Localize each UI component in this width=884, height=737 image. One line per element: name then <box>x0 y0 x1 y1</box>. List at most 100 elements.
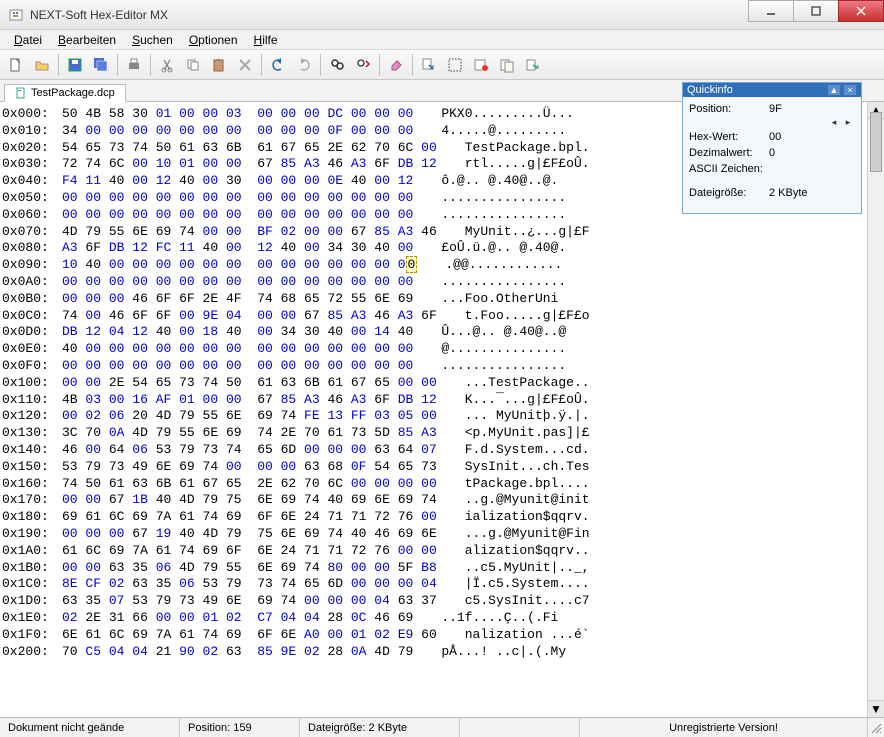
hex-row[interactable]: 0x1D0: 63 35 07 53 79 73 49 6E 69 74 00 … <box>2 593 865 610</box>
hex-row[interactable]: 0x200: 70 C5 04 04 21 90 02 63 85 9E 02 … <box>2 644 865 661</box>
copy-button[interactable] <box>181 53 205 77</box>
hex-row[interactable]: 0x1F0: 6E 61 6C 69 7A 61 74 69 6F 6E A0 … <box>2 627 865 644</box>
hex-row[interactable]: 0x0E0: 40 00 00 00 00 00 00 00 00 00 00 … <box>2 341 865 358</box>
hex-bytes[interactable]: 00 00 67 1B 40 4D 79 75 6E 69 74 40 69 6… <box>62 492 437 509</box>
hex-row[interactable]: 0x1A0: 61 6C 69 7A 61 74 69 6F 6E 24 71 … <box>2 543 865 560</box>
hex-bytes[interactable]: 00 02 06 20 4D 79 55 6E 69 74 FE 13 FF 0… <box>62 408 437 425</box>
ascii-cell[interactable]: ................ <box>413 190 566 207</box>
select-block-button[interactable] <box>443 53 467 77</box>
hex-row[interactable]: 0x080: A3 6F DB 12 FC 11 40 00 12 40 00 … <box>2 240 865 257</box>
hex-row[interactable]: 0x0C0: 74 00 46 6F 6F 00 9E 04 00 00 67 … <box>2 308 865 325</box>
ascii-cell[interactable]: SysInit...ch.Tes <box>437 459 590 476</box>
undo-button[interactable] <box>266 53 290 77</box>
ascii-cell[interactable]: ..c5.MyUnit|.._, <box>437 560 590 577</box>
ascii-cell[interactable]: TestPackage.bpl. <box>437 140 590 157</box>
ascii-cell[interactable]: ..g.@Myunit@init <box>437 492 590 509</box>
hex-bytes[interactable]: 54 65 73 74 50 61 63 6B 61 67 65 2E 62 7… <box>62 140 437 157</box>
hex-bytes[interactable]: 00 00 00 00 00 00 00 00 00 00 00 00 00 0… <box>62 190 413 207</box>
cursor-cell[interactable]: 0 <box>406 256 418 273</box>
hex-bytes[interactable]: 00 00 00 00 00 00 00 00 00 00 00 00 00 0… <box>62 358 413 375</box>
resize-grip[interactable] <box>868 720 884 736</box>
hex-bytes[interactable]: 00 00 63 35 06 4D 79 55 6E 69 74 80 00 0… <box>62 560 437 577</box>
hex-bytes[interactable]: 74 00 46 6F 6F 00 9E 04 00 00 67 85 A3 4… <box>62 308 437 325</box>
hex-row[interactable]: 0x160: 74 50 61 63 6B 61 67 65 2E 62 70 … <box>2 476 865 493</box>
hex-row[interactable]: 0x150: 53 79 73 49 6E 69 74 00 00 00 63 … <box>2 459 865 476</box>
tab-file[interactable]: TestPackage.dcp <box>4 84 126 102</box>
qi-prev-button[interactable]: ◂ <box>827 117 841 127</box>
hex-bytes[interactable]: 00 00 00 67 19 40 4D 79 75 6E 69 74 40 4… <box>62 526 437 543</box>
hex-bytes[interactable]: DB 12 04 12 40 00 18 40 00 34 30 40 00 1… <box>62 324 413 341</box>
tool-a-button[interactable] <box>469 53 493 77</box>
hex-row[interactable]: 0x180: 69 61 6C 69 7A 61 74 69 6F 6E 24 … <box>2 509 865 526</box>
ascii-cell[interactable]: pÅ...! ..c|.(.My <box>413 644 566 661</box>
qi-next-button[interactable]: ▸ <box>841 117 855 127</box>
save-all-button[interactable] <box>89 53 113 77</box>
ascii-cell[interactable]: MyUnit..¿...g|£F <box>437 224 590 241</box>
menu-optionen[interactable]: Optionen <box>181 31 246 49</box>
hex-bytes[interactable]: 4B 03 00 16 AF 01 00 00 67 85 A3 46 A3 6… <box>62 392 437 409</box>
ascii-cell[interactable]: t.Foo.....g|£F£o <box>437 308 590 325</box>
ascii-cell[interactable]: |Ï.c5.System.... <box>437 576 590 593</box>
vertical-scrollbar[interactable]: ▲ ▼ <box>867 102 884 717</box>
print-button[interactable] <box>122 53 146 77</box>
hex-bytes[interactable]: 34 00 00 00 00 00 00 00 00 00 00 0F 00 0… <box>62 123 413 140</box>
hex-bytes[interactable]: 50 4B 58 30 01 00 00 03 00 00 00 DC 00 0… <box>62 106 413 123</box>
menu-bearbeiten[interactable]: Bearbeiten <box>50 31 124 49</box>
ascii-cell[interactable]: @............... <box>413 341 566 358</box>
hex-bytes[interactable]: 3C 70 0A 4D 79 55 6E 69 74 2E 70 61 73 5… <box>62 425 437 442</box>
ascii-cell[interactable]: .@@............ <box>417 257 562 274</box>
ascii-cell[interactable]: tPackage.bpl.... <box>437 476 590 493</box>
hex-bytes[interactable]: 61 6C 69 7A 61 74 69 6F 6E 24 71 71 72 7… <box>62 543 437 560</box>
hex-bytes[interactable]: 02 2E 31 66 00 00 01 02 C7 04 04 28 0C 4… <box>62 610 413 627</box>
close-button[interactable] <box>838 0 884 22</box>
ascii-cell[interactable]: ... MyUnitþ.ÿ.|. <box>437 408 590 425</box>
ascii-cell[interactable]: ................ <box>413 274 566 291</box>
goto-button[interactable] <box>417 53 441 77</box>
paste-button[interactable] <box>207 53 231 77</box>
ascii-cell[interactable]: ô.@.. @.40@..@. <box>413 173 558 190</box>
hex-row[interactable]: 0x0A0: 00 00 00 00 00 00 00 00 00 00 00 … <box>2 274 865 291</box>
ascii-cell[interactable]: ................ <box>413 207 566 224</box>
hex-bytes[interactable]: A3 6F DB 12 FC 11 40 00 12 40 00 34 30 4… <box>62 240 413 257</box>
ascii-cell[interactable]: alization$qqrv.. <box>437 543 590 560</box>
hex-bytes[interactable]: 53 79 73 49 6E 69 74 00 00 00 63 68 0F 5… <box>62 459 437 476</box>
quickinfo-up-button[interactable]: ▲ <box>827 84 841 96</box>
ascii-cell[interactable]: ...Foo.OtherUni <box>413 291 558 308</box>
find-button[interactable] <box>325 53 349 77</box>
scroll-down-arrow[interactable]: ▼ <box>868 700 884 717</box>
hex-bytes[interactable]: 74 50 61 63 6B 61 67 65 2E 62 70 6C 00 0… <box>62 476 437 493</box>
save-button[interactable] <box>63 53 87 77</box>
hex-bytes[interactable]: 63 35 07 53 79 73 49 6E 69 74 00 00 00 0… <box>62 593 437 610</box>
hex-row[interactable]: 0x1E0: 02 2E 31 66 00 00 01 02 C7 04 04 … <box>2 610 865 627</box>
ascii-cell[interactable]: 4.....@......... <box>413 123 566 140</box>
quickinfo-close-button[interactable]: × <box>843 84 857 96</box>
ascii-cell[interactable]: PKX0.........Ü... <box>413 106 574 123</box>
cut-button[interactable] <box>155 53 179 77</box>
hex-bytes[interactable]: 40 00 00 00 00 00 00 00 00 00 00 00 00 0… <box>62 341 413 358</box>
ascii-cell[interactable]: nalization ...é` <box>437 627 590 644</box>
maximize-button[interactable] <box>793 0 839 22</box>
hex-bytes[interactable]: 00 00 2E 54 65 73 74 50 61 63 6B 61 67 6… <box>62 375 437 392</box>
hex-row[interactable]: 0x1B0: 00 00 63 35 06 4D 79 55 6E 69 74 … <box>2 560 865 577</box>
hex-row[interactable]: 0x0B0: 00 00 00 46 6F 6F 2E 4F 74 68 65 … <box>2 291 865 308</box>
tool-b-button[interactable] <box>495 53 519 77</box>
ascii-cell[interactable]: K...¯...g|£F£oÛ. <box>437 392 590 409</box>
hex-bytes[interactable]: F4 11 40 00 12 40 00 30 00 00 00 0E 40 0… <box>62 173 413 190</box>
ascii-cell[interactable]: ...g.@Myunit@Fin <box>437 526 590 543</box>
ascii-cell[interactable]: ................ <box>413 358 566 375</box>
ascii-cell[interactable]: rtl.....g|£F£oÛ. <box>437 156 590 173</box>
hex-row[interactable]: 0x090: 10 40 00 00 00 00 00 00 00 00 00 … <box>2 257 865 274</box>
hex-row[interactable]: 0x170: 00 00 67 1B 40 4D 79 75 6E 69 74 … <box>2 492 865 509</box>
hex-row[interactable]: 0x070: 4D 79 55 6E 69 74 00 00 BF 02 00 … <box>2 224 865 241</box>
ascii-cell[interactable]: ..1f....Ç..(.Fi <box>413 610 558 627</box>
hex-row[interactable]: 0x0D0: DB 12 04 12 40 00 18 40 00 34 30 … <box>2 324 865 341</box>
ascii-cell[interactable]: Û...@.. @.40@..@ <box>413 324 566 341</box>
menu-datei[interactable]: Datei <box>6 31 50 49</box>
new-file-button[interactable] <box>4 53 28 77</box>
ascii-cell[interactable]: <p.MyUnit.pas]|£ <box>437 425 590 442</box>
menu-suchen[interactable]: Suchen <box>124 31 181 49</box>
hex-row[interactable]: 0x0F0: 00 00 00 00 00 00 00 00 00 00 00 … <box>2 358 865 375</box>
hex-bytes[interactable]: 8E CF 02 63 35 06 53 79 73 74 65 6D 00 0… <box>62 576 437 593</box>
tool-c-button[interactable] <box>521 53 545 77</box>
hex-bytes[interactable]: 72 74 6C 00 10 01 00 00 67 85 A3 46 A3 6… <box>62 156 437 173</box>
